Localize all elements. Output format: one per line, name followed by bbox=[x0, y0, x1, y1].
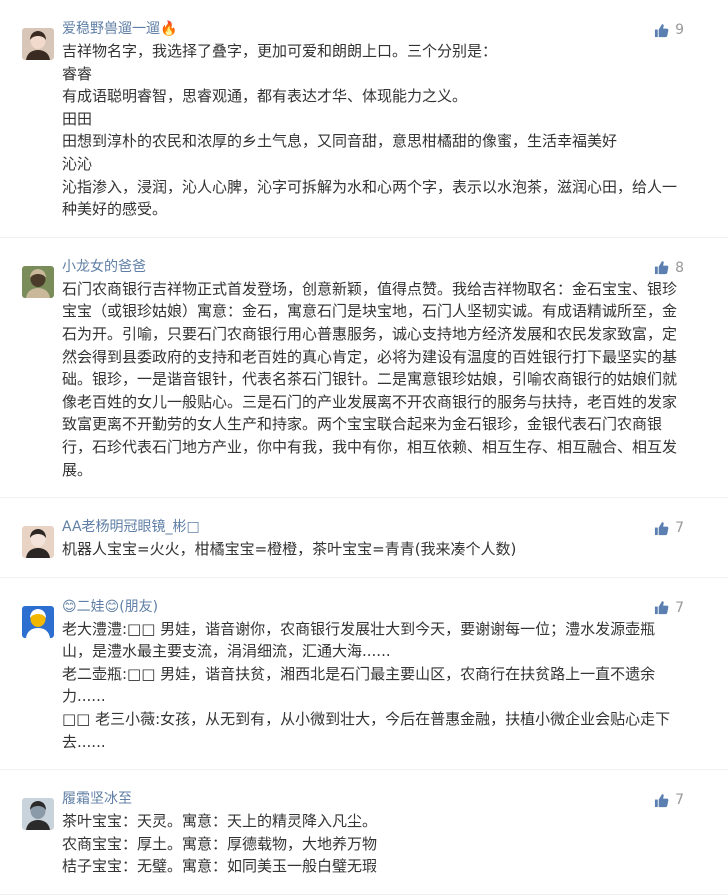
comment-line: 机器人宝宝=火火，柑橘宝宝=橙橙，茶叶宝宝=青青(我来凑个人数) bbox=[62, 540, 517, 559]
comment-line: 老二壶瓶:□□ 男娃，谐音扶贫，湘西北是石门最主要山区，农商行在扶贫路上一直不遗… bbox=[62, 664, 656, 706]
commenter-name[interactable]: 爱稳野兽遛一遛🔥 bbox=[62, 21, 177, 37]
like-count: 7 bbox=[675, 599, 684, 616]
comment-line: 有成语聪明睿智，思睿观通，都有表达才华、体现能力之义。 bbox=[62, 87, 468, 106]
thumbs-up-icon bbox=[654, 521, 669, 536]
comment-line: 吉祥物名字，我选择了叠字，更加可爱和朗朗上口。三个分别是： bbox=[62, 42, 498, 60]
comment-item: 履霜坚冰至 7 茶叶宝宝：天灵。寓意：天上的精灵降入凡尘。 农商宝宝：厚土。寓意：厚德… bbox=[0, 770, 728, 895]
avatar[interactable] bbox=[22, 605, 54, 638]
comment-text: 机器人宝宝=火火，柑橘宝宝=橙橙，茶叶宝宝=青青(我来凑个人数) bbox=[62, 538, 684, 577]
comment-line: 田想到淳朴的农民和浓厚的乡土气息，又同音甜，意思柑橘甜的像蜜，生活幸福美好 bbox=[62, 132, 618, 151]
thumbs-up-icon bbox=[654, 600, 669, 615]
comment-line: 沁沁 bbox=[62, 154, 93, 173]
like-count: 7 bbox=[675, 520, 684, 537]
avatar[interactable] bbox=[22, 265, 54, 298]
comment-text: 茶叶宝宝：天灵。寓意：天上的精灵降入凡尘。 农商宝宝：厚土。寓意：厚德载物，大地养… bbox=[62, 810, 684, 894]
comment-header: AA老杨明冠眼镜_彬□ bbox=[62, 516, 684, 536]
like-button[interactable]: 7 bbox=[654, 520, 684, 536]
like-count: 8 bbox=[675, 259, 684, 276]
comment-line: 农商宝宝：厚土。寓意：厚德载物，大地养万物 bbox=[62, 834, 378, 853]
commenter-name[interactable]: 小龙女的爸爸 bbox=[62, 259, 146, 275]
comment-line: □□ 老三小薇:女孩，从无到有，从小微到壮大，今后在普惠金融，扶植小微企业会贴心… bbox=[62, 710, 671, 751]
comment-item: 😊二娃😊(朋友) 7 老大澧澧:□□ 男娃，谐音谢你，农商银行发展壮大到今天，要谢谢… bbox=[0, 578, 728, 771]
comment-item: AA老杨明冠眼镜_彬□ 7 机器人宝宝=火火，柑橘宝宝=橙橙，茶叶宝宝=青青(我来凑… bbox=[0, 498, 728, 578]
comment-item: 爱稳野兽遛一遛🔥 9 吉祥物名字，我选择了叠字，更加可爱和朗朗上口。三个分别是： 睿睿… bbox=[0, 0, 728, 238]
like-button[interactable]: 7 bbox=[654, 792, 684, 808]
comment-header: 😊二娃😊(朋友) bbox=[62, 596, 684, 616]
avatar[interactable] bbox=[22, 28, 54, 60]
like-button[interactable]: 8 bbox=[654, 260, 684, 276]
like-count: 7 bbox=[675, 792, 684, 809]
avatar[interactable] bbox=[22, 798, 54, 831]
comment-header: 履霜坚冰至 bbox=[62, 788, 684, 808]
comment-header: 爱稳野兽遛一遛🔥 bbox=[62, 18, 684, 38]
comment-header: 小龙女的爸爸 bbox=[62, 256, 684, 276]
comment-line: 睿睿 bbox=[62, 64, 93, 83]
comment-text: 石门农商银行吉祥物正式首发登场，创意新颖，值得点赞。我给吉祥物取名：金石宝宝、银… bbox=[62, 278, 684, 497]
like-button[interactable]: 9 bbox=[654, 22, 684, 38]
comment-text: 吉祥物名字，我选择了叠字，更加可爱和朗朗上口。三个分别是： 睿睿有成语聪明睿智，思… bbox=[62, 40, 684, 237]
comment-line: 石门农商银行吉祥物正式首发登场，创意新颖，值得点赞。我给吉祥物取名：金石宝宝、银… bbox=[62, 279, 678, 479]
comment-line: 茶叶宝宝：天灵。寓意：天上的精灵降入凡尘。 bbox=[62, 812, 378, 831]
comment-text: 老大澧澧:□□ 男娃，谐音谢你，农商银行发展壮大到今天，要谢谢每一位；澧水发源壶… bbox=[62, 618, 684, 770]
comment-feed: 爱稳野兽遛一遛🔥 9 吉祥物名字，我选择了叠字，更加可爱和朗朗上口。三个分别是： 睿睿… bbox=[0, 0, 728, 895]
thumbs-up-icon bbox=[654, 793, 669, 808]
comment-line: 桔子宝宝：无璧。寓意：如同美玉一般白璧无瑕 bbox=[62, 857, 378, 876]
like-button[interactable]: 7 bbox=[654, 600, 684, 616]
comment-line: 田田 bbox=[62, 109, 93, 128]
commenter-name[interactable]: 履霜坚冰至 bbox=[62, 791, 132, 807]
comment-line: 老大澧澧:□□ 男娃，谐音谢你，农商银行发展壮大到今天，要谢谢每一位；澧水发源壶… bbox=[62, 619, 656, 661]
like-count: 9 bbox=[675, 22, 684, 38]
comment-item: 小龙女的爸爸 8 石门农商银行吉祥物正式首发登场，创意新颖，值得点赞。我给吉祥物取名… bbox=[0, 238, 728, 499]
comment-line: 沁指渗入，浸润，沁人心脾，沁字可拆解为水和心两个字，表示以水泡茶，滋润心田，给人… bbox=[62, 177, 678, 219]
commenter-name[interactable]: 😊二娃😊(朋友) bbox=[62, 599, 158, 615]
thumbs-up-icon bbox=[654, 260, 669, 275]
commenter-name[interactable]: AA老杨明冠眼镜_彬□ bbox=[62, 519, 200, 535]
avatar[interactable] bbox=[22, 526, 54, 559]
thumbs-up-icon bbox=[654, 23, 669, 38]
